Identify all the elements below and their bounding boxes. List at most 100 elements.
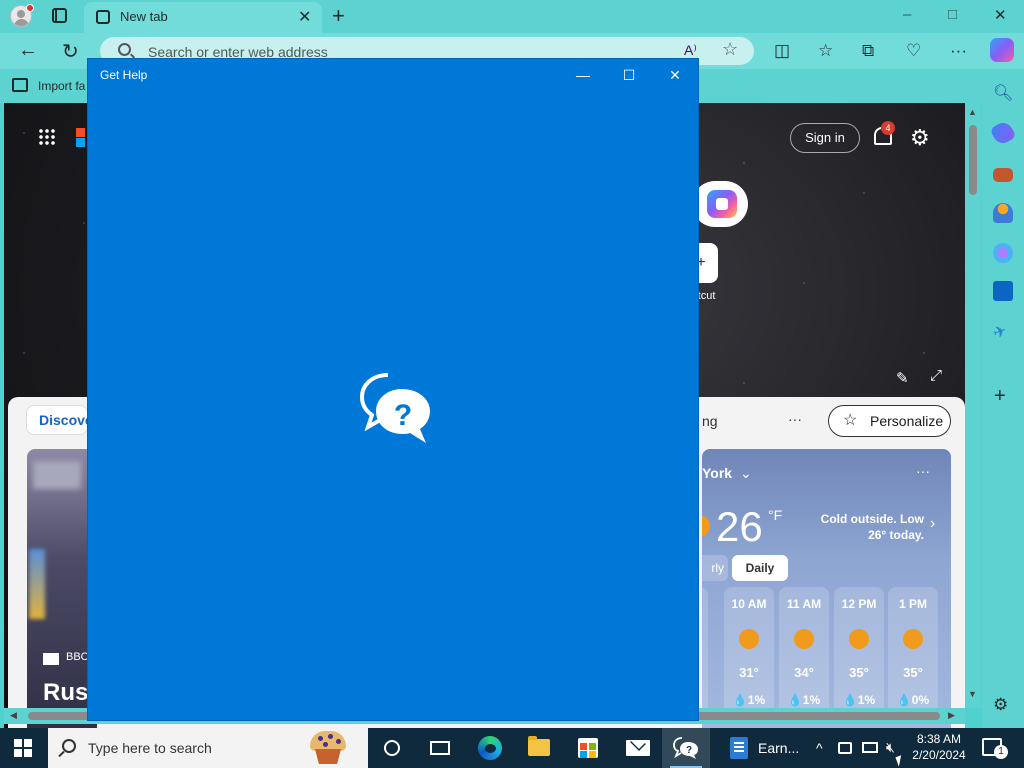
weather-more-icon[interactable]: ··· — [916, 463, 930, 479]
page-settings-gear-icon[interactable]: ⚙ — [910, 125, 930, 151]
favorite-star-icon[interactable]: ☆ — [722, 39, 738, 60]
news-image-flag — [29, 549, 45, 619]
taskbar-mail[interactable] — [614, 728, 662, 768]
scroll-up-arrow-icon[interactable]: ▲ — [968, 107, 977, 117]
search-icon — [118, 43, 131, 56]
import-favorites-icon — [12, 78, 28, 92]
search-icon — [62, 739, 76, 753]
tray-network-icon[interactable] — [862, 742, 878, 753]
get-help-icon: ? — [673, 737, 698, 759]
tray-volume-muted-icon[interactable]: 🔇︎ — [886, 739, 895, 756]
folder-icon — [528, 736, 550, 756]
copilot-icon[interactable] — [990, 38, 1014, 62]
task-view-icon — [430, 741, 450, 755]
split-screen-icon[interactable]: ◫ — [774, 41, 790, 61]
personalize-button[interactable]: Personalize — [828, 405, 951, 437]
feed-tab-fragment[interactable]: ng — [702, 413, 718, 429]
scroll-left-arrow-icon[interactable]: ◀ — [10, 710, 17, 721]
collections-icon[interactable]: ⧉ — [862, 41, 874, 61]
weather-hour-11am: 11 AM 34° 💧1% — [779, 587, 829, 717]
sun-icon — [849, 629, 869, 649]
taskbar-edge[interactable] — [466, 728, 514, 768]
import-favorites-link[interactable]: Import fa — [38, 79, 85, 93]
weather-hour-temp: 35° — [849, 665, 869, 680]
page-vertical-scrollbar[interactable]: ▲ ▼ — [965, 103, 981, 708]
sidebar-copilot-icon[interactable] — [993, 243, 1013, 263]
discover-tab[interactable]: Discover — [26, 405, 88, 435]
cortana-circle-icon — [384, 740, 400, 756]
cortana-button[interactable] — [368, 728, 416, 768]
weather-tab-hourly[interactable]: rly — [702, 555, 728, 581]
scroll-right-arrow-icon[interactable]: ▶ — [948, 710, 955, 721]
weather-city[interactable]: York — [702, 465, 732, 481]
taskbar-file-explorer[interactable] — [515, 728, 563, 768]
refresh-button[interactable]: ↻ — [62, 39, 79, 64]
browser-minimize-button[interactable]: – — [903, 6, 911, 23]
news-image — [33, 461, 81, 489]
weather-card[interactable]: York ⌄ ··· 26 °F Cold outside. Low 26° t… — [702, 449, 951, 728]
weather-hour-rain: 💧0% — [896, 693, 930, 707]
svg-text:?: ? — [686, 745, 692, 756]
chevron-right-icon[interactable]: › — [930, 515, 935, 533]
tab-actions-icon[interactable] — [52, 8, 67, 23]
chevron-down-icon[interactable]: ⌄ — [740, 465, 752, 482]
svg-text:?: ? — [394, 399, 412, 432]
get-help-maximize-button[interactable]: ☐ — [606, 63, 652, 87]
tray-meet-now-icon[interactable] — [838, 742, 852, 754]
browser-maximize-button[interactable]: □ — [948, 6, 957, 23]
scroll-down-arrow-icon[interactable]: ▼ — [968, 689, 977, 699]
weather-hour-1pm: 1 PM 35° 💧0% — [888, 587, 938, 717]
new-tab-plus-icon[interactable]: + — [332, 3, 345, 29]
weather-hour-time: 1 PM — [898, 597, 927, 611]
tab-new-tab[interactable]: New tab ✕ — [84, 2, 322, 33]
expand-background-icon[interactable]: ⤢ — [930, 367, 942, 384]
taskbar-clock[interactable]: 8:38 AM 2/20/2024 — [906, 731, 972, 763]
back-button[interactable]: ← — [18, 39, 38, 62]
browser-close-button[interactable]: ✕ — [994, 6, 1007, 24]
feed-more-icon[interactable]: ··· — [788, 411, 802, 427]
taskbar-word-document[interactable]: Earn... — [720, 728, 810, 768]
weather-tab-daily[interactable]: Daily — [732, 555, 788, 581]
get-help-speech-bubbles-icon: ? — [359, 373, 430, 443]
sidebar-search-icon[interactable]: 🔍︎ — [993, 83, 1013, 103]
sidebar-shopping-tag-icon[interactable] — [989, 119, 1017, 147]
sun-icon — [702, 515, 710, 537]
weather-hour-time: 11 AM — [786, 597, 822, 611]
weather-hour-rain: 💧1% — [842, 693, 876, 707]
weather-hour-1: 1 — [702, 587, 708, 717]
weather-unit: °F — [768, 507, 783, 523]
sidebar-tools-briefcase-icon[interactable] — [993, 168, 1013, 182]
edit-background-icon[interactable]: ✎ — [896, 369, 909, 387]
taskbar-search-box[interactable]: Type here to search — [48, 728, 368, 768]
weather-hour-rain: 💧1% — [732, 693, 766, 707]
sidebar-outlook-icon[interactable] — [993, 281, 1013, 301]
start-windows-icon[interactable] — [14, 739, 32, 757]
sidebar-drop-send-icon[interactable]: ✈ — [990, 318, 1016, 344]
favorites-icon[interactable]: ☆ — [818, 41, 833, 61]
get-help-close-button[interactable]: ✕ — [652, 63, 698, 87]
sign-in-button[interactable]: Sign in — [790, 123, 860, 153]
vertical-scroll-thumb[interactable] — [969, 125, 977, 195]
taskbar-get-help[interactable]: ? — [662, 728, 710, 768]
tray-chevron-up-icon[interactable]: ^ — [816, 740, 823, 756]
weather-hour-time: 1 — [702, 597, 708, 611]
taskbar-store[interactable] — [564, 728, 612, 768]
tab-close-icon[interactable]: ✕ — [298, 7, 311, 27]
mail-envelope-icon — [626, 740, 650, 756]
app-launcher-icon[interactable] — [38, 128, 56, 146]
weather-note[interactable]: Cold outside. Low 26° today. — [804, 511, 924, 543]
copilot-search-button[interactable] — [692, 181, 748, 227]
news-source: BBC — [66, 651, 89, 663]
sidebar-settings-gear-icon[interactable]: ⚙ — [993, 695, 1013, 715]
get-help-minimize-button[interactable]: — — [560, 63, 606, 87]
copilot-logo-icon — [707, 190, 737, 218]
browser-essentials-icon[interactable]: ♡ — [906, 41, 921, 61]
sidebar-games-icon[interactable] — [993, 203, 1013, 223]
weather-hour-temp: 34° — [794, 665, 814, 680]
search-highlight-muffin-icon[interactable] — [308, 731, 348, 765]
weather-hour-temp: 31° — [739, 665, 759, 680]
more-icon[interactable]: ··· — [950, 41, 967, 61]
read-aloud-icon[interactable]: A⁾ — [684, 42, 697, 59]
task-view-button[interactable] — [416, 728, 464, 768]
sidebar-add-icon[interactable]: + — [994, 385, 1014, 407]
